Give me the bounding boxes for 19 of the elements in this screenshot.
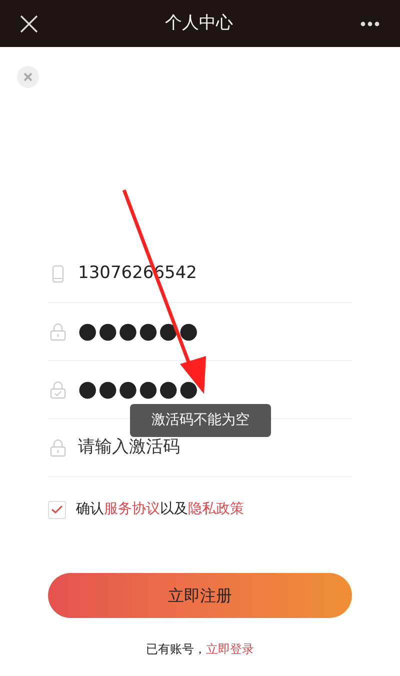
- checkbox[interactable]: [48, 500, 66, 518]
- check-icon: [51, 505, 63, 514]
- agreement-text: 以及: [160, 500, 188, 519]
- footer-text: 已有账号，: [146, 641, 206, 658]
- terms-link[interactable]: 服务协议: [104, 499, 160, 520]
- lock-icon: [50, 322, 66, 340]
- toast: 激活码不能为空: [130, 404, 271, 437]
- window-title: 个人中心: [165, 12, 233, 35]
- login-link[interactable]: 立即登录: [206, 640, 254, 658]
- lock-icon: [50, 438, 66, 456]
- agreement-text: 确认: [76, 500, 104, 519]
- more-icon[interactable]: [360, 20, 380, 26]
- lock-check-icon: [50, 380, 66, 398]
- close-icon[interactable]: [20, 14, 38, 32]
- activation-code-field[interactable]: 请输入激活码: [78, 434, 352, 460]
- privacy-link[interactable]: 隐私政策: [188, 499, 244, 520]
- register-button[interactable]: 立即注册: [48, 573, 352, 618]
- phone-icon: [52, 264, 64, 282]
- password-field[interactable]: ●●●●●●: [78, 373, 352, 406]
